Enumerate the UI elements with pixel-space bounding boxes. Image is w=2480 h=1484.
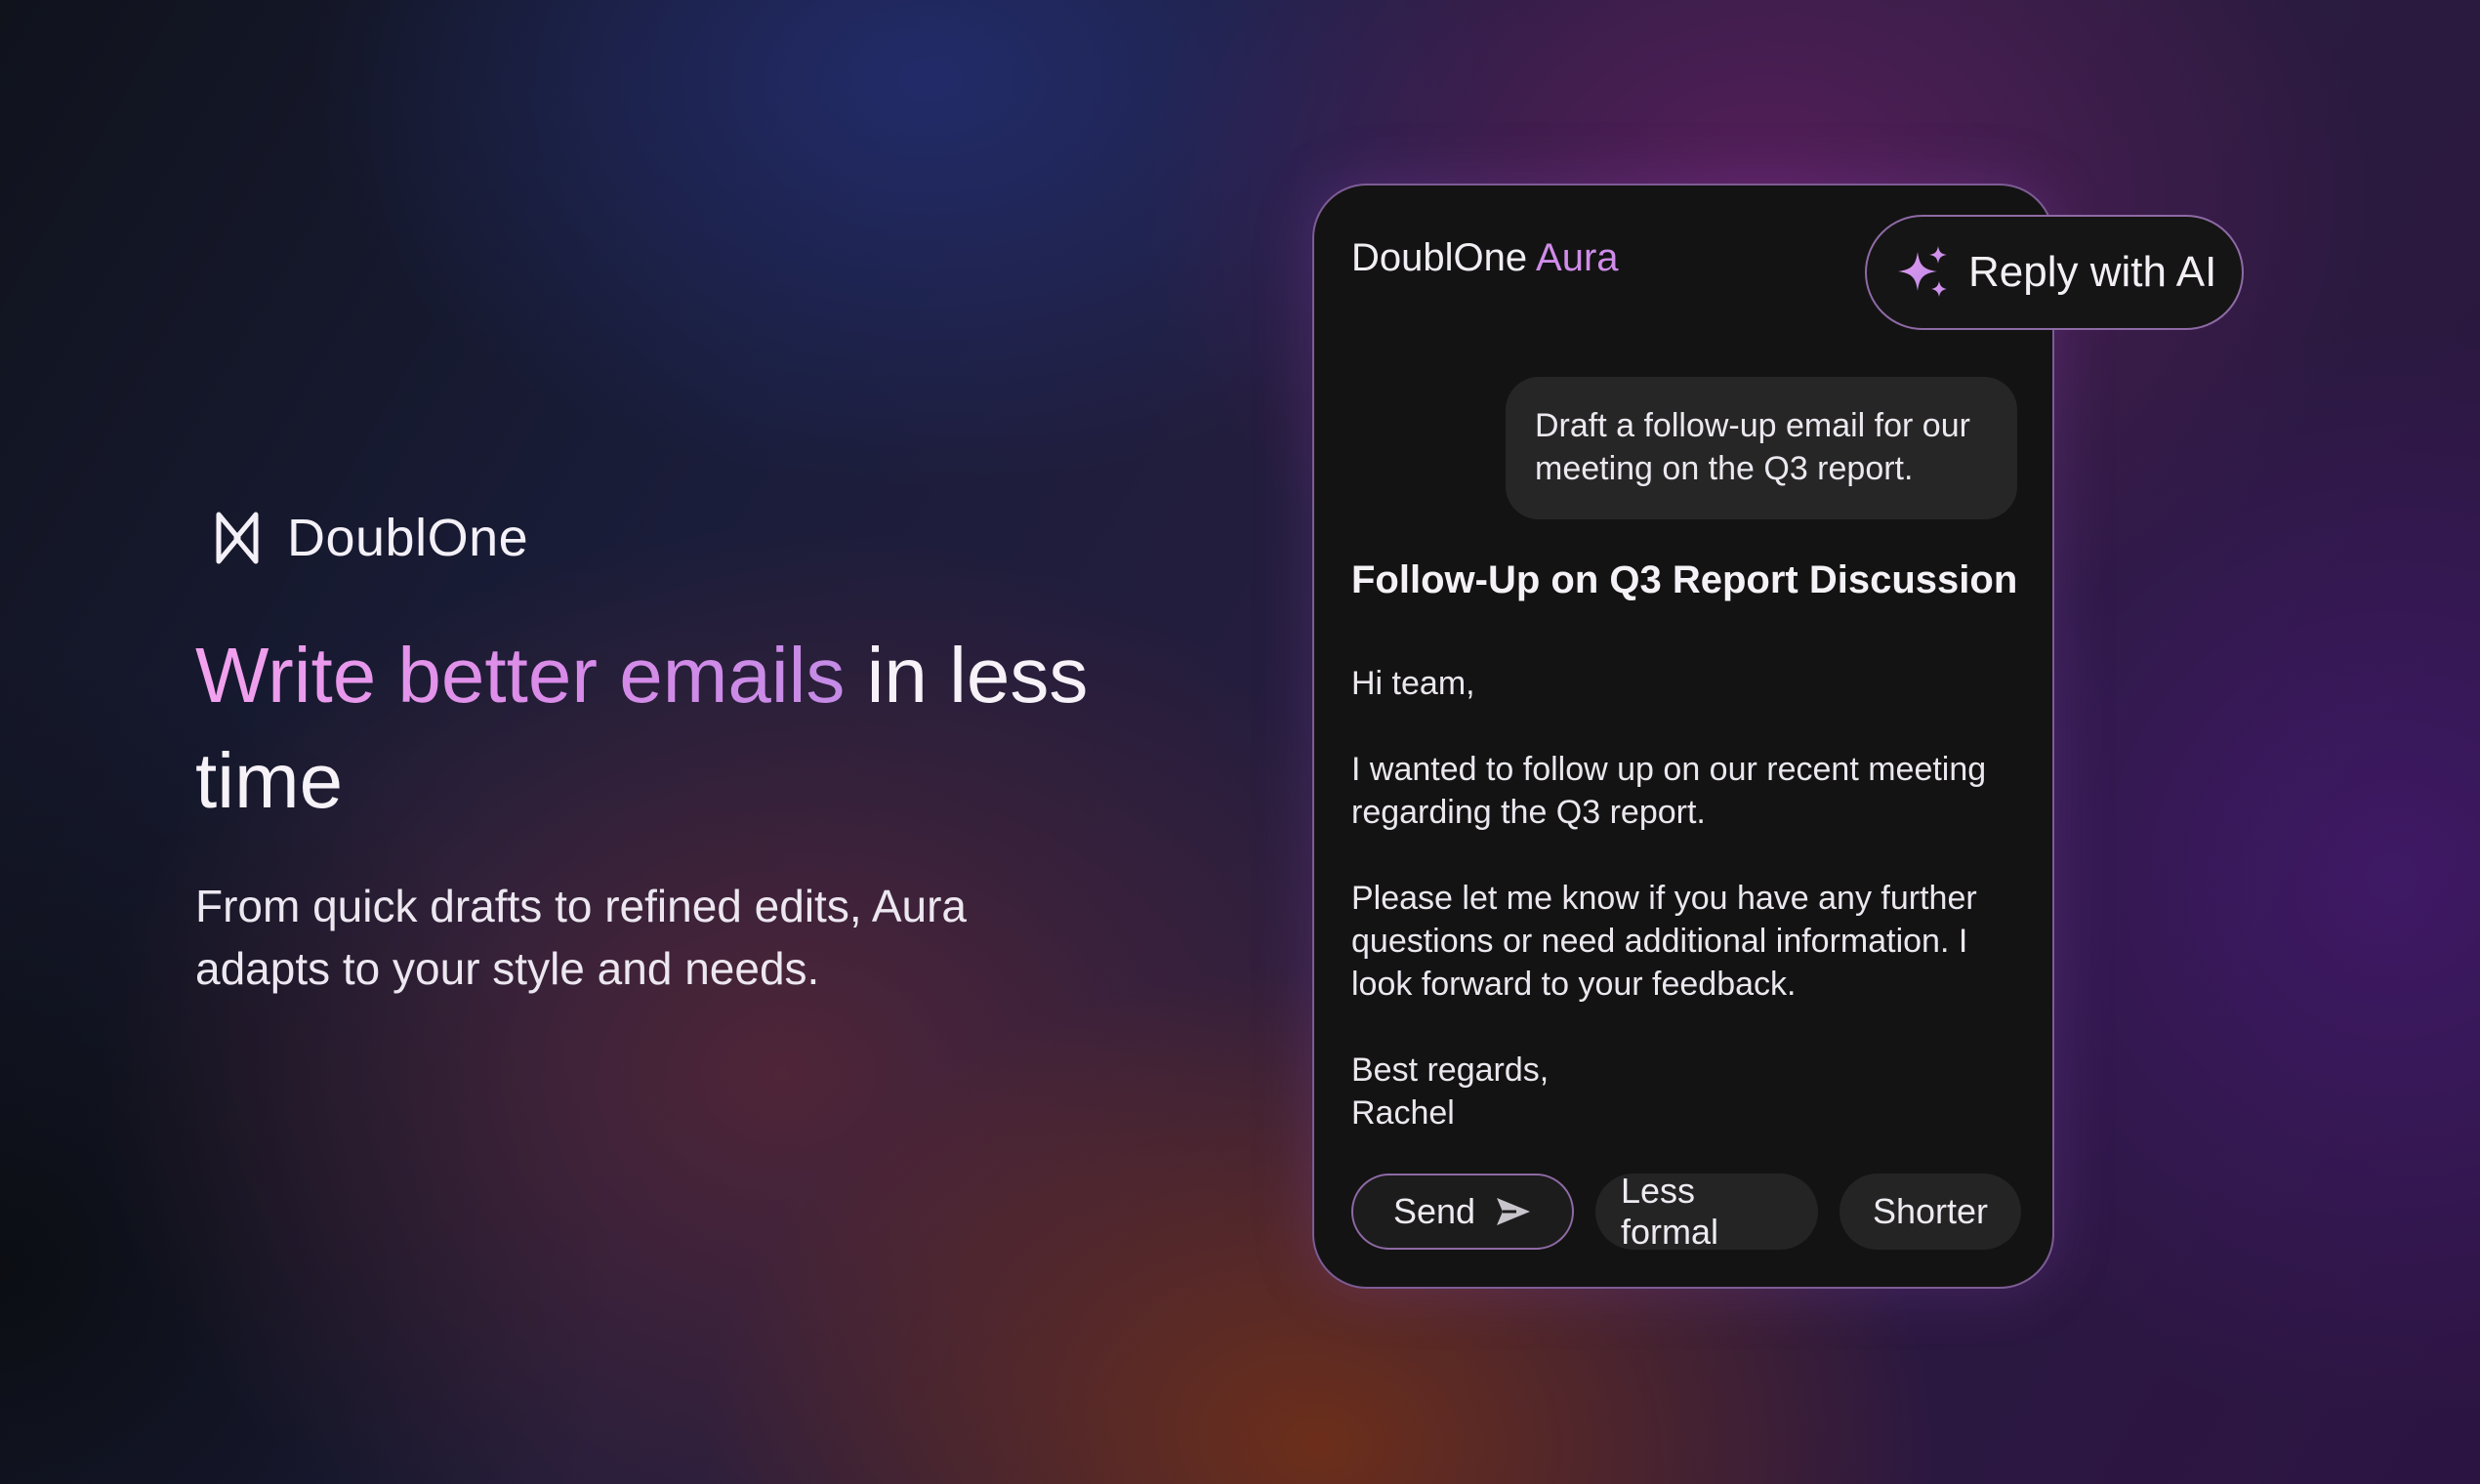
aura-assistant-card: DoublOne Aura Draft a follow-up email fo…: [1312, 184, 2054, 1289]
email-greeting: Hi team,: [1351, 665, 1475, 702]
user-prompt-bubble: Draft a follow-up email for our meeting …: [1506, 377, 2017, 519]
subhead: From quick drafts to refined edits, Aura…: [195, 881, 968, 994]
email-signature: Rachel: [1351, 1094, 1455, 1132]
action-bar: Send Less formal Shorter: [1351, 1171, 2021, 1252]
card-title-prefix: DoublOne: [1351, 236, 1537, 279]
send-icon: [1497, 1198, 1531, 1225]
email-subject: Follow-Up on Q3 Report Discussion: [1351, 558, 2018, 601]
send-button[interactable]: Send: [1351, 1174, 1574, 1250]
shorter-button[interactable]: Shorter: [1839, 1174, 2021, 1250]
less-formal-button[interactable]: Less formal: [1595, 1171, 1818, 1252]
hero-section: DoublOne Write better emails in less tim…: [195, 508, 1133, 1000]
email-paragraph-2: Please let me know if you have any furth…: [1351, 880, 1977, 1003]
email-body: Hi team, I wanted to follow up on our re…: [1351, 662, 2035, 1134]
brand-name: DoublOne: [287, 509, 529, 567]
headline-accent: Write better emails: [195, 632, 846, 719]
send-button-label: Send: [1392, 1191, 1476, 1231]
brand: DoublOne: [213, 508, 1133, 568]
email-paragraph-1: I wanted to follow up on our recent meet…: [1351, 751, 1987, 831]
reply-with-ai-label: Reply with AI: [1968, 248, 2217, 296]
sparkle-icon: [1898, 246, 1947, 297]
card-title-accent: Aura: [1536, 236, 1619, 279]
doublone-logo-icon: [216, 512, 259, 564]
email-signoff: Best regards,: [1351, 1051, 1550, 1089]
headline: Write better emails in less time: [195, 623, 1133, 834]
card-title: DoublOne Aura: [1351, 236, 1619, 280]
reply-with-ai-button[interactable]: Reply with AI: [1865, 215, 2244, 330]
